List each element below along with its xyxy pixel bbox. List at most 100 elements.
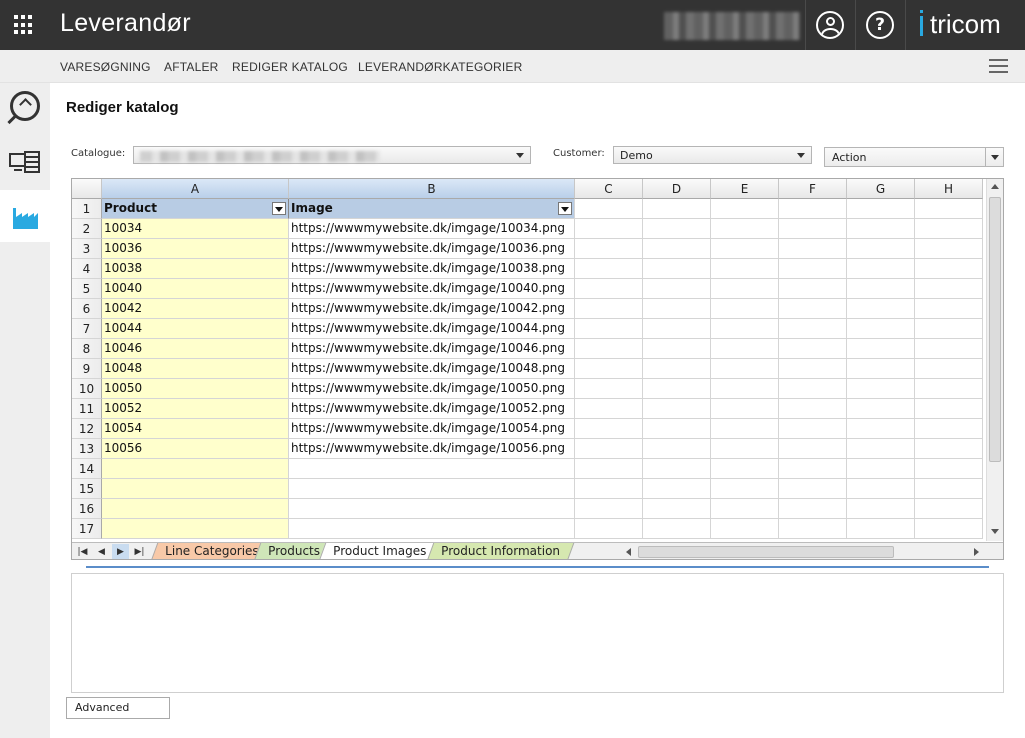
grid-cell[interactable]: 10056 <box>102 439 289 459</box>
grid-cell[interactable] <box>847 439 915 459</box>
grid-cell[interactable] <box>915 459 983 479</box>
grid-cell[interactable]: https://wwwmywebsite.dk/imgage/10056.png <box>289 439 575 459</box>
grid-cell[interactable]: 10036 <box>102 239 289 259</box>
row-header[interactable]: 4 <box>72 259 102 279</box>
grid-cell[interactable] <box>847 319 915 339</box>
grid-cell[interactable] <box>711 219 779 239</box>
grid-cell[interactable]: https://wwwmywebsite.dk/imgage/10044.png <box>289 319 575 339</box>
grid-cell[interactable] <box>575 479 643 499</box>
grid-cell[interactable]: 10046 <box>102 339 289 359</box>
scroll-down-icon[interactable] <box>991 529 999 534</box>
grid-cell[interactable] <box>643 359 711 379</box>
grid-cell[interactable] <box>847 419 915 439</box>
grid-cell[interactable] <box>102 479 289 499</box>
grid-cell[interactable] <box>289 499 575 519</box>
grid-cell[interactable]: https://wwwmywebsite.dk/imgage/10040.png <box>289 279 575 299</box>
grid-cell[interactable] <box>711 279 779 299</box>
prev-sheet-icon[interactable]: ◀ <box>93 544 110 559</box>
vertical-scrollbar[interactable] <box>986 179 1003 541</box>
grid-cell[interactable] <box>847 499 915 519</box>
grid-cell[interactable] <box>847 519 915 539</box>
grid-cell[interactable] <box>711 379 779 399</box>
grid-cell[interactable]: https://wwwmywebsite.dk/imgage/10042.png <box>289 299 575 319</box>
grid-cell[interactable] <box>847 239 915 259</box>
grid-cell[interactable] <box>779 479 847 499</box>
grid-cell[interactable] <box>575 439 643 459</box>
grid-cell[interactable] <box>915 279 983 299</box>
grid-cell[interactable] <box>575 519 643 539</box>
horizontal-scrollbar[interactable] <box>624 544 984 559</box>
grid-cell[interactable] <box>915 499 983 519</box>
header-cell[interactable]: Image <box>289 199 575 219</box>
grid-cell[interactable] <box>643 399 711 419</box>
column-header[interactable]: G <box>847 179 915 199</box>
grid-cell[interactable]: 10054 <box>102 419 289 439</box>
grid-cell[interactable] <box>575 419 643 439</box>
row-header[interactable]: 3 <box>72 239 102 259</box>
grid-cell[interactable] <box>289 479 575 499</box>
nav-item-leverandorkategorier[interactable]: LEVERANDØRKATEGORIER <box>358 60 522 74</box>
grid-cell[interactable]: https://wwwmywebsite.dk/imgage/10054.png <box>289 419 575 439</box>
nav-item-aftaler[interactable]: AFTALER <box>164 60 219 74</box>
grid-cell[interactable]: https://wwwmywebsite.dk/imgage/10034.png <box>289 219 575 239</box>
grid-cell[interactable]: https://wwwmywebsite.dk/imgage/10050.png <box>289 379 575 399</box>
grid-cell[interactable] <box>779 399 847 419</box>
grid-cell[interactable] <box>711 399 779 419</box>
scroll-thumb[interactable] <box>638 546 894 558</box>
grid-cell[interactable] <box>643 479 711 499</box>
grid-cell[interactable] <box>847 199 915 219</box>
last-sheet-icon[interactable]: ▶| <box>131 544 148 559</box>
grid-cell[interactable] <box>643 379 711 399</box>
column-header[interactable]: E <box>711 179 779 199</box>
sheet-tab[interactable]: Product Images <box>318 543 441 559</box>
grid-cell[interactable] <box>847 379 915 399</box>
grid-cell[interactable] <box>779 259 847 279</box>
grid-cell[interactable] <box>102 459 289 479</box>
grid-cell[interactable] <box>915 339 983 359</box>
grid-cell[interactable] <box>643 499 711 519</box>
grid-cell[interactable] <box>643 259 711 279</box>
chevron-down-icon[interactable] <box>985 148 1003 166</box>
grid-cell[interactable] <box>915 219 983 239</box>
grid-cell[interactable] <box>847 459 915 479</box>
row-header[interactable]: 14 <box>72 459 102 479</box>
grid-cell[interactable] <box>779 219 847 239</box>
grid-cell[interactable] <box>711 439 779 459</box>
row-header[interactable]: 15 <box>72 479 102 499</box>
filter-dropdown-icon[interactable] <box>272 202 286 215</box>
grid-cell[interactable] <box>779 499 847 519</box>
grid-cell[interactable] <box>779 519 847 539</box>
grid-cell[interactable] <box>779 279 847 299</box>
grid-cell[interactable] <box>779 459 847 479</box>
nav-item-varesogning[interactable]: VARESØGNING <box>60 60 151 74</box>
row-header[interactable]: 12 <box>72 419 102 439</box>
grid-corner[interactable] <box>72 179 102 199</box>
catalogue-select[interactable] <box>133 146 531 164</box>
grid-cell[interactable] <box>847 399 915 419</box>
grid-cell[interactable] <box>711 319 779 339</box>
scroll-left-icon[interactable] <box>626 548 631 556</box>
row-header[interactable]: 8 <box>72 339 102 359</box>
apps-grid-icon[interactable] <box>14 15 34 35</box>
grid-cell[interactable] <box>711 239 779 259</box>
scroll-up-icon[interactable] <box>991 184 999 189</box>
grid-cell[interactable] <box>847 339 915 359</box>
next-sheet-icon[interactable]: ▶ <box>112 544 129 559</box>
grid-cell[interactable] <box>711 259 779 279</box>
help-circle-icon[interactable]: ? <box>866 11 894 39</box>
grid-cell[interactable]: 10034 <box>102 219 289 239</box>
grid-cell[interactable] <box>711 499 779 519</box>
grid-cell[interactable]: https://wwwmywebsite.dk/imgage/10046.png <box>289 339 575 359</box>
grid-cell[interactable] <box>575 459 643 479</box>
filter-dropdown-icon[interactable] <box>558 202 572 215</box>
grid-cell[interactable] <box>711 299 779 319</box>
column-header[interactable]: F <box>779 179 847 199</box>
grid-cell[interactable] <box>711 459 779 479</box>
header-cell[interactable]: Product <box>102 199 289 219</box>
grid-cell[interactable] <box>575 259 643 279</box>
grid-cell[interactable] <box>643 519 711 539</box>
grid-cell[interactable] <box>643 219 711 239</box>
grid-cell[interactable]: 10042 <box>102 299 289 319</box>
grid-cell[interactable] <box>915 359 983 379</box>
grid-cell[interactable] <box>102 499 289 519</box>
